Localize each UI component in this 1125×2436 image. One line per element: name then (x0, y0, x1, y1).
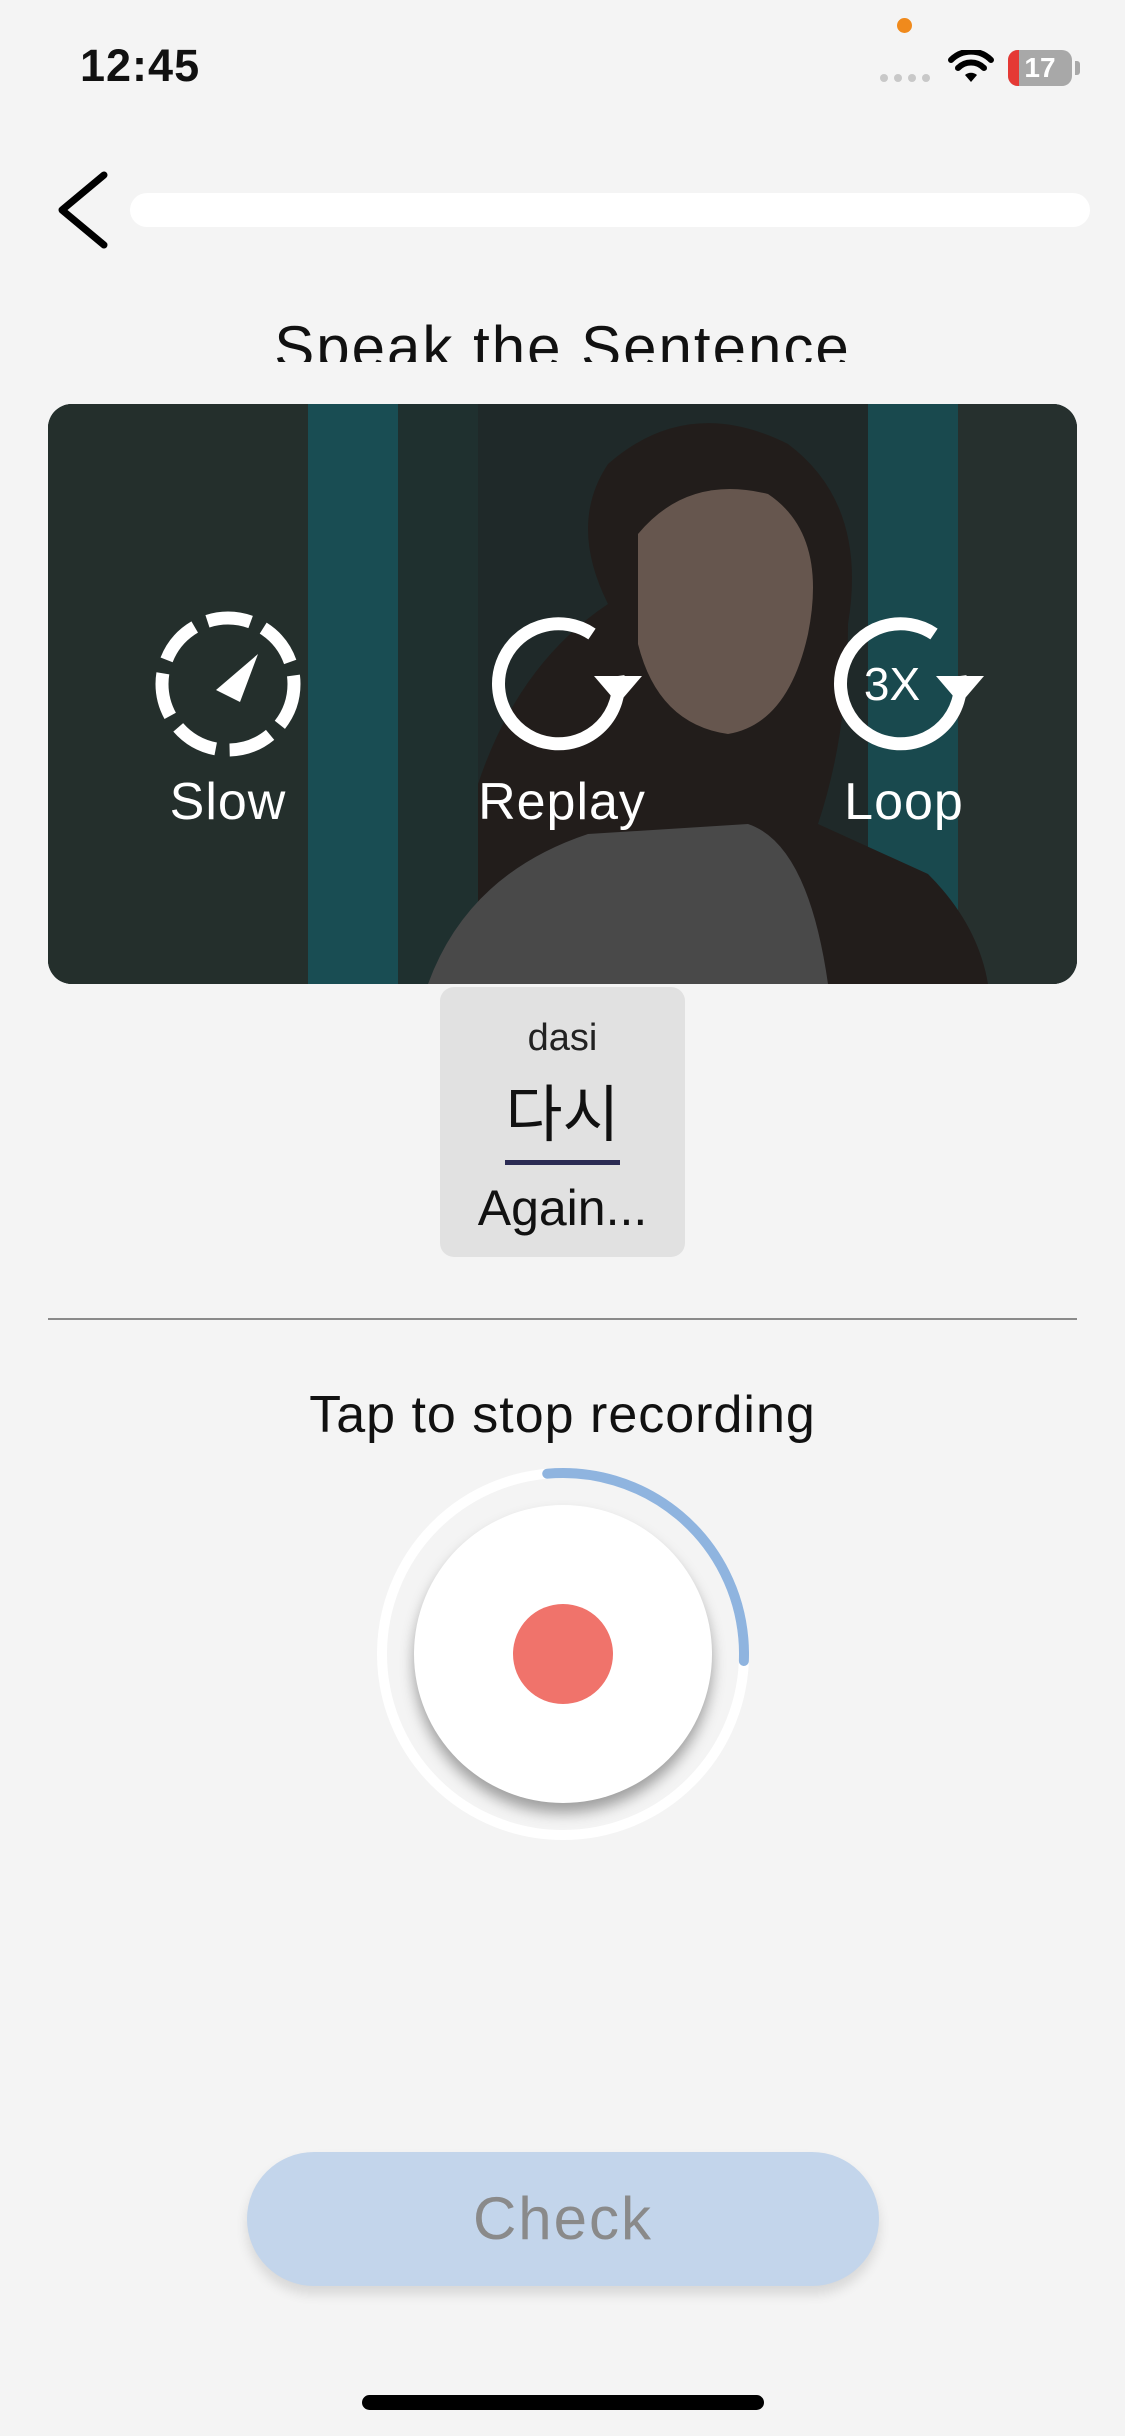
stop-recording-button[interactable] (414, 1505, 712, 1803)
loop-3x-icon: 3X (834, 617, 984, 751)
slow-speed-icon (155, 611, 301, 757)
battery-tip (1075, 61, 1080, 75)
lesson-progress-bar (130, 193, 1090, 227)
replay-label: Replay (478, 773, 646, 831)
replay-button[interactable]: Replay (432, 604, 692, 832)
cellular-signal-icon (880, 74, 930, 82)
recording-indicator-dot (897, 18, 912, 33)
loop-label: Loop (844, 773, 964, 831)
loop-badge: 3X (864, 658, 920, 710)
status-time: 12:45 (80, 40, 201, 91)
slow-button[interactable]: Slow (98, 604, 358, 832)
loop-button[interactable]: 3X Loop (774, 604, 1034, 832)
battery-icon: 17 (1008, 50, 1072, 86)
page-title: Speak the Sentence (274, 318, 851, 362)
check-button[interactable]: Check (247, 2152, 879, 2286)
record-dot-icon (513, 1604, 613, 1704)
replay-icon (492, 617, 642, 751)
word-romanization: dasi (527, 1017, 598, 1059)
divider (48, 1318, 1077, 1320)
video-player[interactable]: Slow Replay 3X Loop (48, 404, 1077, 984)
word-hangul: 다시 (505, 1064, 620, 1165)
home-indicator[interactable] (362, 2395, 764, 2410)
battery-level: 17 (1024, 52, 1056, 83)
recording-hint: Tap to stop recording (309, 1386, 816, 1444)
word-meaning: Again... (477, 1180, 648, 1236)
slow-label: Slow (169, 773, 287, 831)
wifi-icon (948, 50, 994, 82)
chevron-left-icon[interactable] (48, 165, 118, 255)
word-card[interactable]: dasi 다시 Again... (440, 987, 685, 1257)
